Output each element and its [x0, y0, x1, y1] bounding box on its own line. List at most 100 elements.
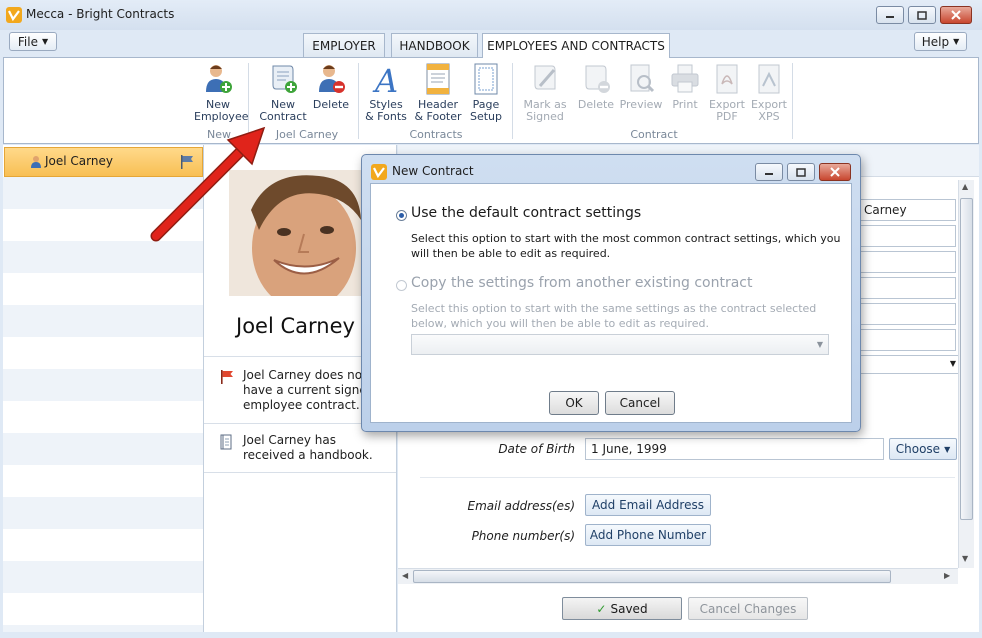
tab-employer-label: EMPLOYER [312, 38, 376, 53]
form-field[interactable] [858, 303, 956, 325]
tab-employer[interactable]: EMPLOYER [303, 33, 385, 57]
choose-date-label: Choose [895, 442, 941, 456]
app-logo-icon [371, 164, 387, 180]
tab-employees-and-contracts[interactable]: EMPLOYEES AND CONTRACTS [482, 33, 670, 58]
export-xps-label-2: XPS [758, 110, 780, 123]
page-setup-button[interactable]: Page Setup [462, 62, 510, 123]
default-settings-radio[interactable] [396, 210, 407, 221]
styles-fonts-icon: A [372, 62, 398, 96]
close-button[interactable] [940, 6, 972, 24]
dialog-body: Use the default contract settings Select… [370, 183, 852, 423]
mark-signed-label-2: Signed [526, 110, 564, 123]
scroll-up-icon[interactable]: ▲ [962, 182, 968, 191]
minimize-icon [765, 173, 773, 175]
maximize-button[interactable] [908, 6, 936, 24]
chevron-down-icon: ▼ [944, 444, 951, 454]
existing-contract-select[interactable]: ▼ [411, 334, 829, 355]
checkmark-icon: ✓ [596, 601, 607, 616]
choose-date-button[interactable]: Choose ▼ [889, 438, 957, 460]
delete-employee-button[interactable]: Delete [307, 62, 355, 122]
delete-contract-button[interactable]: Delete [572, 62, 620, 122]
copy-settings-title[interactable]: Copy the settings from another existing … [411, 275, 752, 291]
dialog-minimize-button[interactable] [755, 163, 783, 181]
horizontal-scroll-thumb[interactable] [413, 570, 891, 583]
red-flag-icon [221, 370, 233, 384]
file-menu-button[interactable]: File ▼ [9, 32, 57, 51]
form-field[interactable] [858, 251, 956, 273]
annotation-arrow-icon [150, 126, 266, 242]
export-pdf-button[interactable]: Export PDF [703, 62, 751, 123]
vertical-scrollbar[interactable]: ▲ ▼ [958, 180, 974, 568]
copy-settings-radio[interactable] [396, 280, 407, 291]
close-icon [951, 10, 961, 20]
cancel-button[interactable]: Cancel [605, 391, 675, 415]
dob-field[interactable]: 1 June, 1999 [585, 438, 884, 460]
vertical-scroll-thumb[interactable] [960, 198, 973, 520]
help-menu-button[interactable]: Help ▼ [914, 32, 967, 51]
dob-label: Date of Birth [498, 442, 575, 456]
tab-handbook-label: HANDBOOK [399, 38, 470, 53]
form-field[interactable] [858, 277, 956, 299]
dialog-close-button[interactable] [819, 163, 851, 181]
maximize-icon [917, 10, 927, 20]
form-field[interactable] [858, 329, 956, 351]
export-pdf-label-2: PDF [716, 110, 738, 123]
page-setup-label-2: Setup [469, 110, 503, 123]
group-label-contracts: Contracts [409, 128, 463, 141]
header-footer-button[interactable]: Header & Footer [414, 62, 462, 123]
new-contract-dialog: New Contract Use the default contract se… [361, 154, 861, 432]
styles-fonts-button[interactable]: A Styles & Fonts [362, 62, 410, 123]
divider [420, 477, 955, 478]
person-icon [31, 156, 41, 168]
export-xps-icon [758, 64, 780, 94]
export-pdf-icon [716, 64, 738, 94]
maximize-icon [796, 167, 806, 177]
copy-settings-desc: Select this option to start with the sam… [411, 302, 817, 330]
add-email-button[interactable]: Add Email Address [585, 494, 711, 516]
mark-signed-button[interactable]: Mark as Signed [521, 62, 569, 123]
chevron-down-icon: ▼ [41, 37, 49, 46]
delete-employee-label: Delete [312, 98, 350, 111]
saved-button[interactable]: ✓ Saved [562, 597, 682, 620]
last-name-field[interactable]: Carney [858, 199, 956, 221]
new-contract-icon [272, 65, 297, 93]
minimize-button[interactable] [876, 6, 904, 24]
delete-contract-icon [585, 65, 610, 93]
export-xps-button[interactable]: Export XPS [745, 62, 793, 123]
print-label: Print [672, 98, 698, 111]
form-field[interactable] [858, 225, 956, 247]
scroll-down-icon[interactable]: ▼ [962, 554, 968, 563]
profile-name: Joel Carney [236, 314, 355, 338]
handbook-icon [220, 434, 232, 450]
form-select[interactable]: ▼ [858, 355, 960, 374]
dialog-title: New Contract [392, 164, 474, 178]
employee-name: Joel Carney [45, 154, 113, 168]
group-separator [358, 63, 359, 139]
dialog-maximize-button[interactable] [787, 163, 815, 181]
scroll-right-icon[interactable]: ▶ [944, 571, 950, 580]
delete-employee-icon [319, 65, 345, 93]
preview-button[interactable]: Preview [617, 62, 665, 122]
preview-icon [630, 64, 655, 93]
preview-label: Preview [619, 98, 663, 111]
header-footer-label-2: & Footer [414, 110, 462, 123]
group-separator [512, 63, 513, 139]
horizontal-scrollbar[interactable]: ◀ ▶ [398, 568, 958, 584]
cancel-changes-button[interactable]: Cancel Changes [688, 597, 808, 620]
window-title: Mecca - Bright Contracts [26, 7, 175, 21]
file-menu-label: File [17, 34, 38, 49]
scroll-left-icon[interactable]: ◀ [402, 571, 408, 580]
close-icon [830, 167, 840, 177]
styles-fonts-label-2: & Fonts [365, 110, 407, 123]
mark-signed-icon [534, 65, 556, 90]
handbook-status-note: Joel Carney has received a handbook. [243, 433, 373, 462]
phone-label: Phone number(s) [471, 529, 575, 543]
ok-button[interactable]: OK [549, 391, 599, 415]
tab-handbook[interactable]: HANDBOOK [391, 33, 478, 57]
default-settings-title[interactable]: Use the default contract settings [411, 205, 641, 221]
print-icon [671, 64, 699, 93]
add-phone-button[interactable]: Add Phone Number [585, 524, 711, 546]
help-menu-label: Help [921, 34, 950, 49]
print-button[interactable]: Print [661, 62, 709, 122]
header-footer-icon [426, 63, 450, 95]
